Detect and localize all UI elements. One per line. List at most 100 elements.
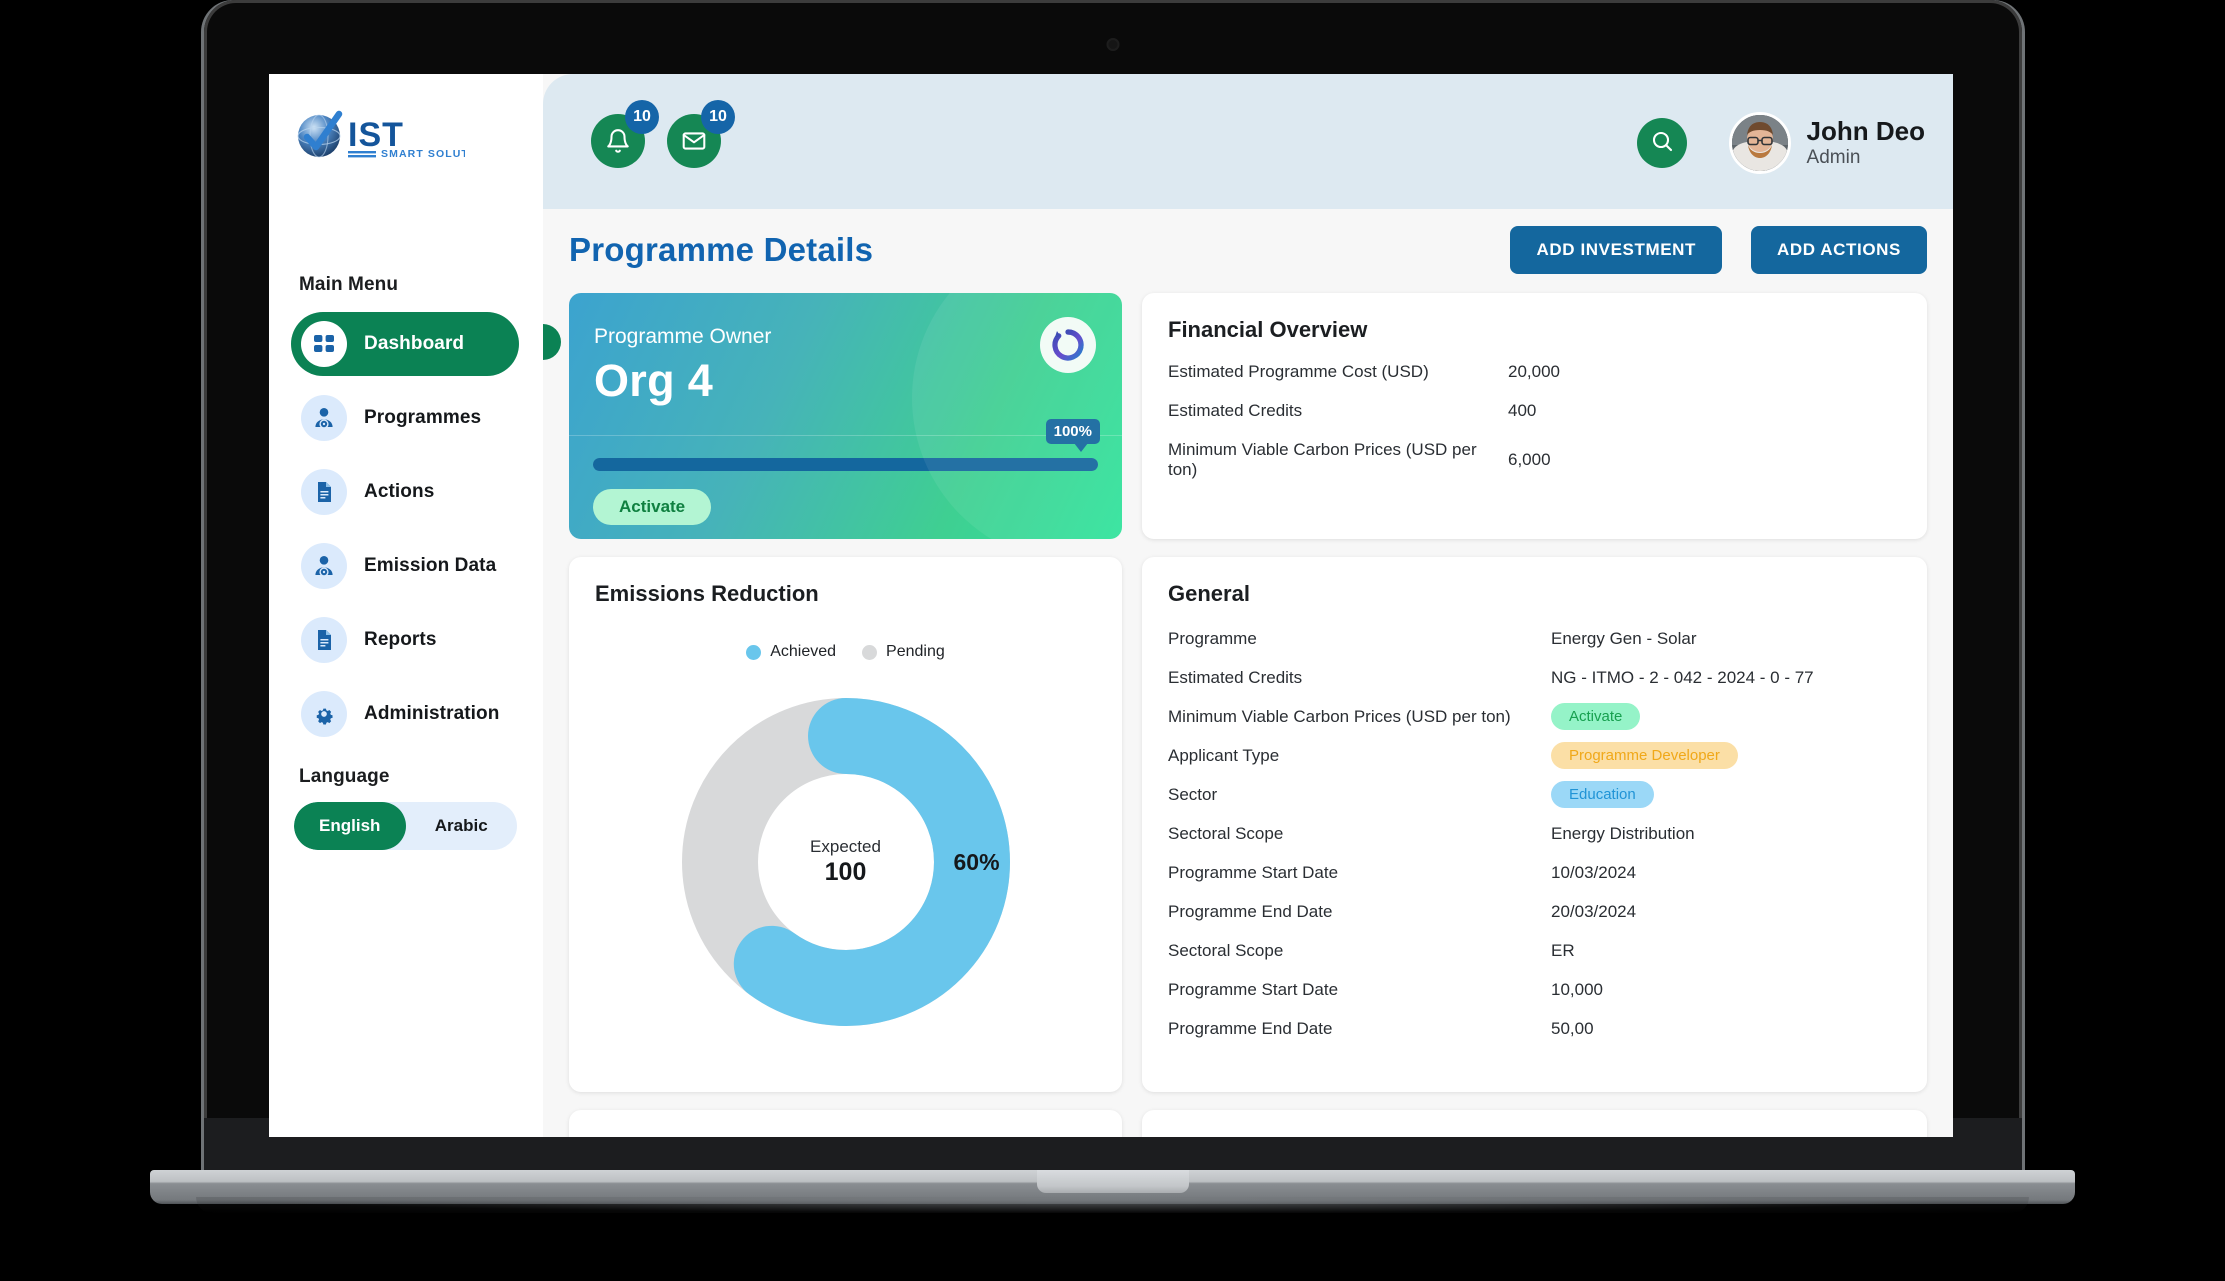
donut-chart: Expected 100 60% [681, 697, 1011, 1027]
chart-legend: Achieved Pending [595, 643, 1096, 661]
sidebar-item-dashboard[interactable]: Dashboard [291, 312, 519, 376]
sidebar-item-label: Programmes [364, 407, 482, 428]
general-row-value: ER [1551, 940, 1575, 960]
messages-button[interactable]: 10 [667, 100, 735, 168]
financial-row-value: 20,000 [1508, 362, 1560, 381]
legend-swatch-pending [862, 644, 878, 660]
general-card: General Programme Energy Gen - Solar Est… [1142, 557, 1927, 1092]
ist-logo: IST SMART SOLUTIONS [295, 110, 465, 168]
general-row-key: Programme Start Date [1168, 979, 1339, 999]
general-row-value: 20/03/2024 [1551, 901, 1637, 921]
language-heading: Language [299, 766, 390, 787]
general-row: Applicant Type Programme Developer [1168, 736, 1901, 775]
refresh-icon[interactable] [1040, 317, 1096, 373]
legend-label: Pending [886, 643, 945, 660]
general-row: Programme Energy Gen - Solar [1168, 619, 1901, 658]
sidebar-item-label: Reports [364, 629, 437, 650]
sidebar-item-label: Administration [364, 703, 500, 724]
page-header: Programme Details ADD INVESTMENT ADD ACT… [569, 209, 1927, 293]
sidebar-item-administration[interactable]: Administration [291, 682, 519, 746]
programme-owner-label: Programme Owner [594, 325, 772, 348]
legend-item-achieved[interactable]: Achieved [746, 643, 836, 661]
language-toggle[interactable]: English Arabic [294, 802, 517, 850]
document-icon [301, 617, 347, 663]
progress-bar-fill [593, 458, 1098, 471]
notifications-button[interactable]: 10 [591, 100, 659, 168]
general-row-value: Energy Distribution [1551, 823, 1695, 843]
main-menu-heading: Main Menu [299, 274, 399, 295]
general-row-key: Sectoral Scope [1168, 823, 1284, 843]
page-title: Programme Details [569, 231, 874, 268]
svg-text:SMART SOLUTIONS: SMART SOLUTIONS [381, 148, 465, 160]
card-below-right [1142, 1110, 1927, 1137]
sidebar-item-reports[interactable]: Reports [291, 608, 519, 672]
language-option-english[interactable]: English [294, 802, 406, 850]
legend-label: Achieved [770, 643, 837, 660]
add-investment-button[interactable]: ADD INVESTMENT [1510, 226, 1722, 274]
general-row-key: Sectoral Scope [1168, 940, 1284, 960]
general-row: Programme End Date 20/03/2024 [1168, 892, 1901, 931]
general-row-key: Sector [1168, 784, 1218, 804]
cards-grid: Programme Owner Org 4 100% Activate Fina… [569, 293, 1927, 1137]
emissions-reduction-title: Emissions Reduction [595, 581, 819, 606]
notification-badge: 10 [625, 100, 659, 134]
general-row: Programme Start Date 10,000 [1168, 970, 1901, 1009]
status-badge: Activate [593, 489, 712, 525]
general-row-key: Programme Start Date [1168, 862, 1339, 882]
general-row-value: 50,00 [1551, 1018, 1594, 1038]
search-button[interactable] [1637, 118, 1687, 168]
person-gear-icon [301, 543, 347, 589]
programme-owner-card: Programme Owner Org 4 100% Activate [569, 293, 1122, 539]
emissions-reduction-card: Emissions Reduction Achieved Pending Exp… [569, 557, 1122, 1092]
sidebar-item-programmes[interactable]: Programmes [291, 386, 519, 450]
grid-icon [301, 321, 347, 367]
financial-overview-card: Financial Overview Estimated Programme C… [1142, 293, 1927, 539]
avatar [1728, 112, 1791, 174]
general-row-key: Minimum Viable Carbon Prices (USD per to… [1168, 706, 1511, 726]
language-option-arabic[interactable]: Arabic [406, 802, 518, 850]
legend-item-pending[interactable]: Pending [862, 643, 945, 661]
user-menu[interactable]: John Deo Admin [1728, 112, 1925, 174]
general-row-value: NG - ITMO - 2 - 042 - 2024 - 0 - 77 [1551, 667, 1814, 687]
owner-card-divider [569, 435, 1122, 436]
general-row-key: Estimated Credits [1168, 667, 1303, 687]
screen-viewport: IST SMART SOLUTIONS Main Menu Dashboard [269, 74, 1953, 1137]
user-role: Admin [1806, 147, 1861, 169]
general-row-key: Programme End Date [1168, 1018, 1333, 1038]
sidebar-item-actions[interactable]: Actions [291, 460, 519, 524]
financial-row-value: 6,000 [1508, 450, 1551, 469]
general-row: Sectoral Scope ER [1168, 931, 1901, 970]
programme-owner-name: Org 4 [594, 355, 714, 406]
add-actions-button[interactable]: ADD ACTIONS [1750, 226, 1927, 274]
financial-row-key: Estimated Credits [1168, 401, 1303, 420]
sidebar-item-label: Actions [364, 481, 435, 502]
general-row: Estimated Credits NG - ITMO - 2 - 042 - … [1168, 658, 1901, 697]
donut-percent-label: 60% [953, 849, 1000, 875]
general-title: General [1168, 581, 1250, 606]
sidebar-item-emission-data[interactable]: Emission Data [291, 534, 519, 598]
general-row-key: Programme End Date [1168, 901, 1333, 921]
general-row: Minimum Viable Carbon Prices (USD per to… [1168, 697, 1901, 736]
general-row: Sectoral Scope Energy Distribution [1168, 814, 1901, 853]
gear-icon [301, 691, 347, 737]
general-row: Programme End Date 50,00 [1168, 1009, 1901, 1048]
general-row: Sector Education [1168, 775, 1901, 814]
general-row-value: 10/03/2024 [1551, 862, 1637, 882]
progress-bar [593, 458, 1098, 471]
webcam-icon [1106, 38, 1120, 51]
message-badge: 10 [701, 100, 735, 134]
financial-overview-title: Financial Overview [1168, 317, 1368, 342]
general-row: Programme Start Date 10/03/2024 [1168, 853, 1901, 892]
user-name: John Deo [1806, 115, 1925, 146]
person-gear-icon [301, 395, 347, 441]
financial-row-value: 400 [1508, 401, 1537, 420]
general-row-value-tag: Education [1551, 781, 1654, 808]
card-below-left [569, 1110, 1122, 1137]
general-row-value: 10,000 [1551, 979, 1603, 999]
general-row-value-tag: Activate [1551, 703, 1641, 730]
financial-row-key: Estimated Programme Cost (USD) [1168, 362, 1429, 381]
sidebar-item-label: Emission Data [364, 555, 497, 576]
laptop-base-lip [1036, 1170, 1189, 1193]
laptop-foot-shadow [196, 1197, 2029, 1213]
sidebar: IST SMART SOLUTIONS Main Menu Dashboard [269, 74, 543, 1137]
